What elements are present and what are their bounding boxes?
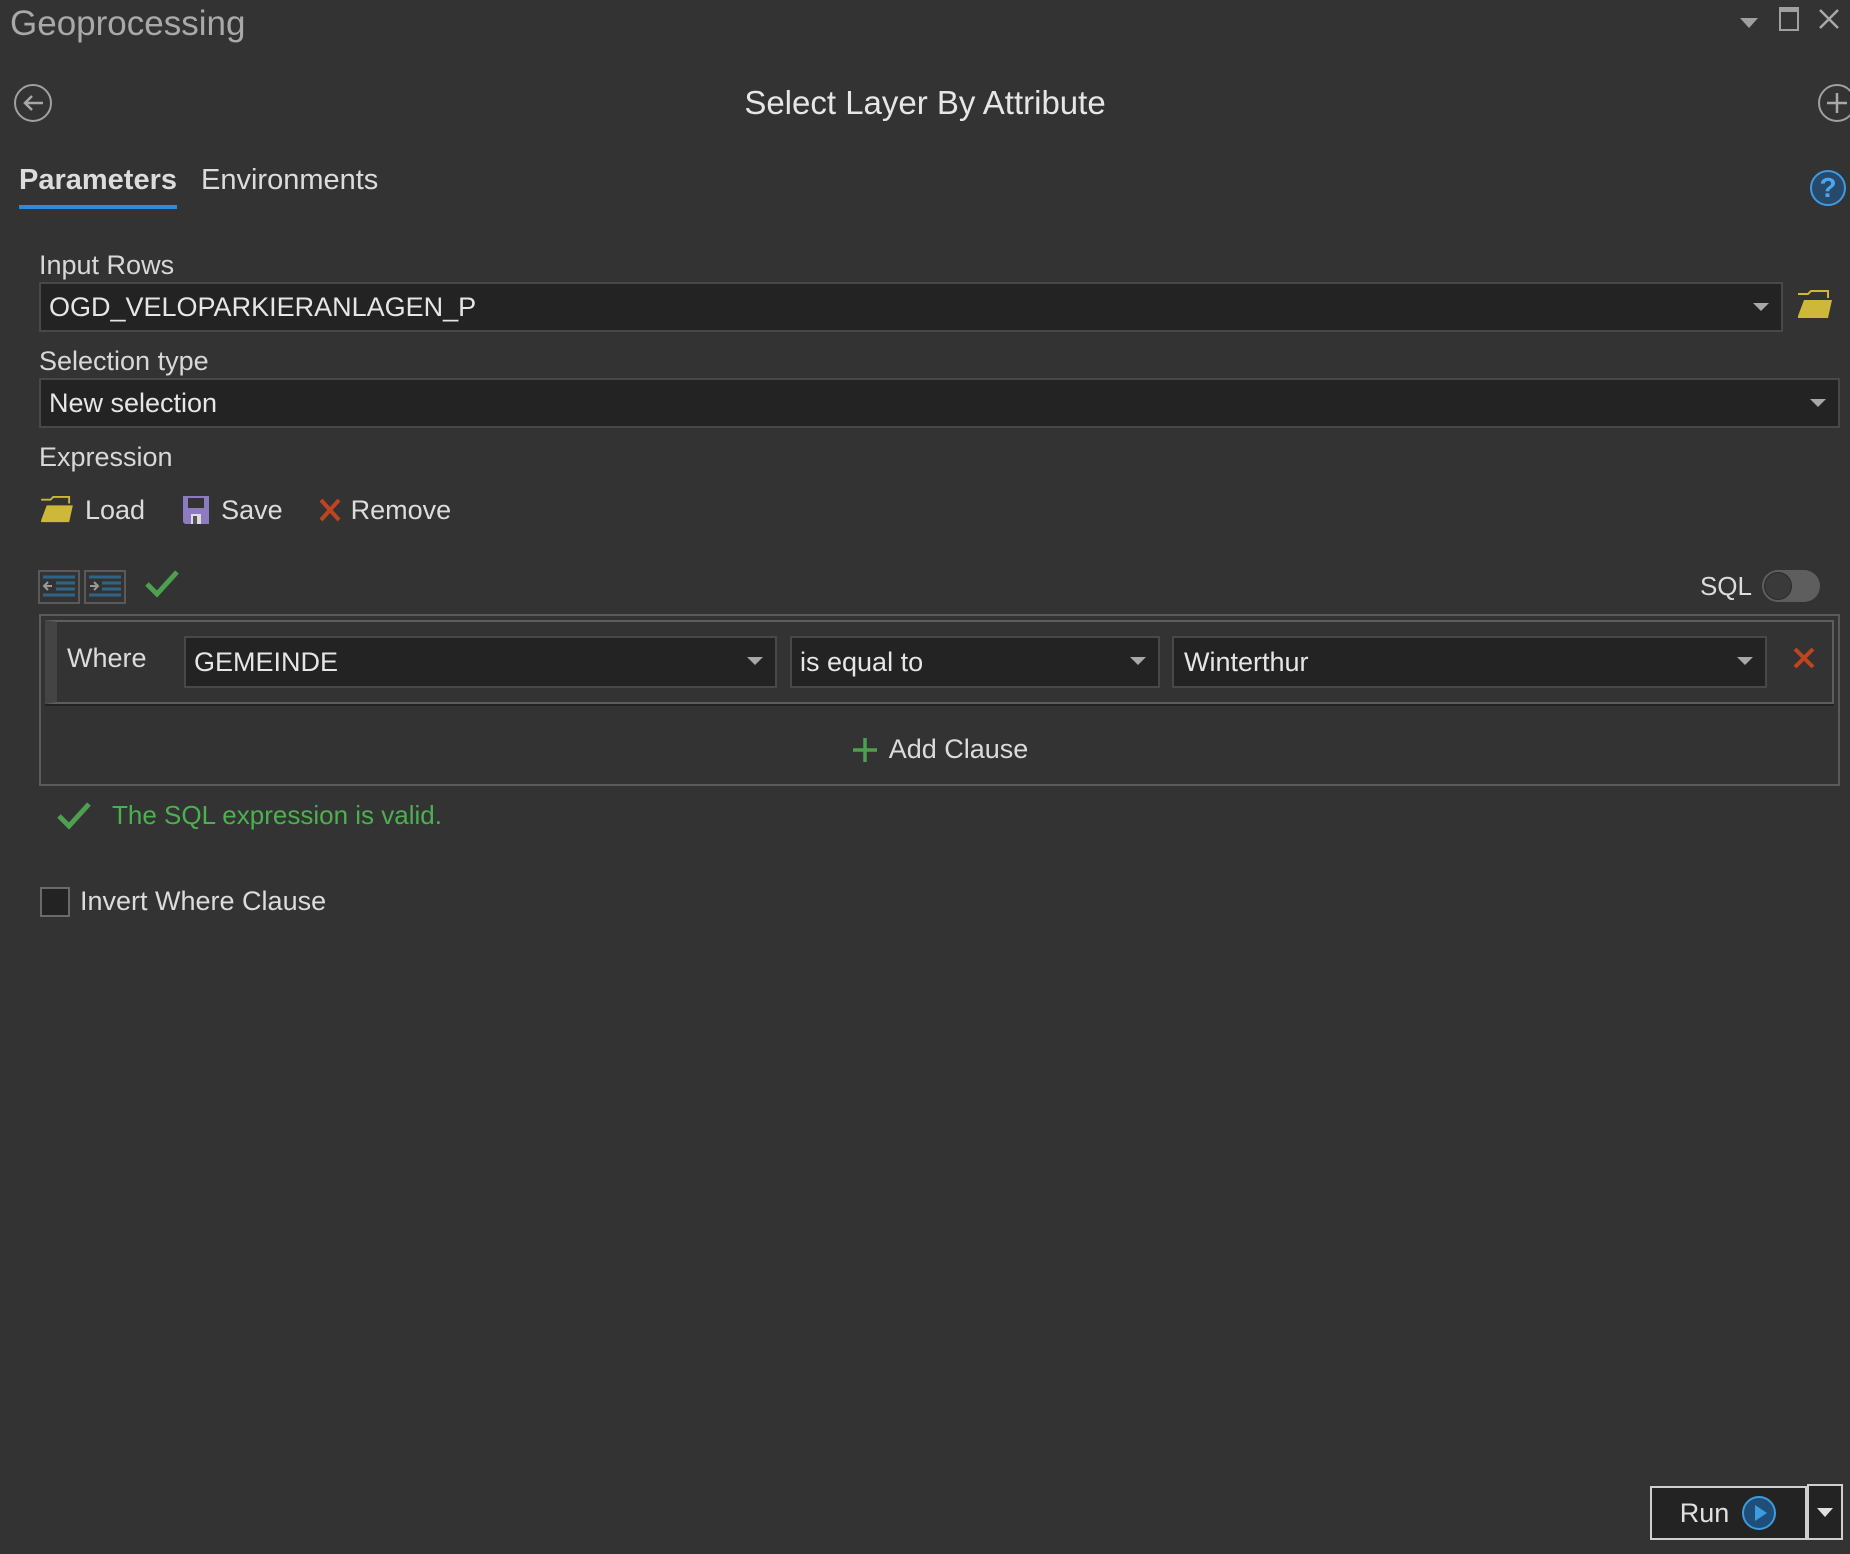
chevron-down-icon bbox=[747, 657, 763, 665]
tab-parameters[interactable]: Parameters bbox=[19, 164, 177, 209]
clause-tools bbox=[38, 569, 180, 604]
browse-folder-button[interactable] bbox=[1796, 290, 1834, 325]
open-folder-icon bbox=[1798, 290, 1832, 318]
invert-where-label: Invert Where Clause bbox=[80, 886, 327, 916]
remove-label: Remove bbox=[350, 494, 452, 525]
outdent-icon bbox=[42, 575, 75, 596]
window-controls bbox=[1736, 6, 1842, 32]
pane-title: Geoprocessing bbox=[10, 4, 246, 43]
where-label: Where bbox=[67, 643, 147, 673]
maximize-icon bbox=[1779, 7, 1799, 31]
outdent-button[interactable] bbox=[38, 569, 80, 604]
validation-message: The SQL expression is valid. bbox=[56, 800, 442, 831]
help-question-icon[interactable]: ? bbox=[1810, 170, 1846, 206]
load-expression-button[interactable]: Load bbox=[39, 494, 145, 526]
add-clause-button[interactable]: Add Clause bbox=[41, 734, 1838, 765]
clause-field-value: GEMEINDE bbox=[194, 646, 339, 677]
verify-expression-button[interactable] bbox=[144, 569, 180, 604]
clause-value-dropdown[interactable]: Winterthur bbox=[1172, 636, 1767, 688]
indent-icon bbox=[89, 575, 121, 596]
selection-type-label: Selection type bbox=[39, 346, 209, 376]
run-label: Run bbox=[1679, 1497, 1730, 1528]
remove-x-icon bbox=[319, 498, 341, 522]
open-folder-icon bbox=[41, 496, 73, 523]
input-rows-value: OGD_VELOPARKIERANLAGEN_P bbox=[49, 291, 477, 322]
plus-icon bbox=[852, 737, 877, 762]
toggle-knob bbox=[1764, 572, 1792, 600]
clause-field-dropdown[interactable]: GEMEINDE bbox=[184, 636, 777, 688]
chevron-down-icon bbox=[1810, 399, 1826, 407]
checkmark-icon bbox=[57, 801, 91, 830]
maximize-button[interactable] bbox=[1776, 6, 1802, 32]
tool-title: Select Layer By Attribute bbox=[744, 84, 1106, 121]
clause-row: Where GEMEINDE is equal to Winterthur bbox=[45, 620, 1834, 704]
run-button[interactable]: Run bbox=[1650, 1486, 1807, 1540]
input-rows-dropdown[interactable]: OGD_VELOPARKIERANLAGEN_P bbox=[39, 282, 1783, 332]
remove-expression-button[interactable]: Remove bbox=[319, 494, 452, 526]
chevron-down-icon bbox=[1130, 657, 1146, 665]
invert-where-checkbox[interactable] bbox=[40, 886, 70, 917]
indent-button[interactable] bbox=[84, 569, 126, 604]
load-label: Load bbox=[85, 494, 146, 525]
play-icon bbox=[1742, 1496, 1777, 1530]
save-disk-icon bbox=[183, 496, 210, 524]
add-to-favorites-button[interactable] bbox=[1818, 84, 1850, 122]
sql-toggle-group: SQL bbox=[1700, 570, 1820, 602]
invert-where-clause: Invert Where Clause bbox=[40, 886, 326, 917]
clause-operator-value: is equal to bbox=[800, 646, 924, 677]
sql-toggle[interactable] bbox=[1762, 570, 1820, 602]
save-expression-button[interactable]: Save bbox=[181, 494, 283, 526]
options-dropdown-button[interactable] bbox=[1736, 6, 1762, 32]
chevron-down-icon bbox=[1737, 657, 1753, 665]
tab-environments[interactable]: Environments bbox=[201, 164, 378, 209]
selection-type-value: New selection bbox=[49, 387, 218, 418]
remove-x-icon bbox=[1793, 647, 1815, 669]
remove-clause-button[interactable] bbox=[1792, 646, 1816, 675]
chevron-down-icon bbox=[1817, 1508, 1833, 1517]
add-clause-label: Add Clause bbox=[888, 734, 1029, 764]
add-circle-icon bbox=[1818, 84, 1850, 122]
validation-text: The SQL expression is valid. bbox=[112, 800, 442, 830]
tab-bar: Parameters Environments bbox=[19, 164, 378, 209]
sql-label: SQL bbox=[1699, 570, 1752, 601]
checkmark-icon bbox=[145, 570, 179, 598]
input-rows-label: Input Rows bbox=[39, 250, 175, 280]
run-options-dropdown[interactable] bbox=[1807, 1484, 1843, 1540]
save-label: Save bbox=[221, 494, 283, 525]
expression-label: Expression bbox=[39, 442, 173, 472]
dropdown-triangle-icon bbox=[1740, 18, 1758, 28]
selection-type-dropdown[interactable]: New selection bbox=[39, 378, 1840, 428]
chevron-down-icon bbox=[1753, 303, 1769, 311]
expression-toolbar: Load Save Remove bbox=[39, 494, 451, 526]
clause-value: Winterthur bbox=[1184, 646, 1309, 677]
close-button[interactable] bbox=[1816, 6, 1842, 32]
expression-builder: Where GEMEINDE is equal to Winterthur Ad… bbox=[39, 614, 1840, 786]
close-icon bbox=[1819, 9, 1839, 29]
clause-operator-dropdown[interactable]: is equal to bbox=[790, 636, 1160, 688]
